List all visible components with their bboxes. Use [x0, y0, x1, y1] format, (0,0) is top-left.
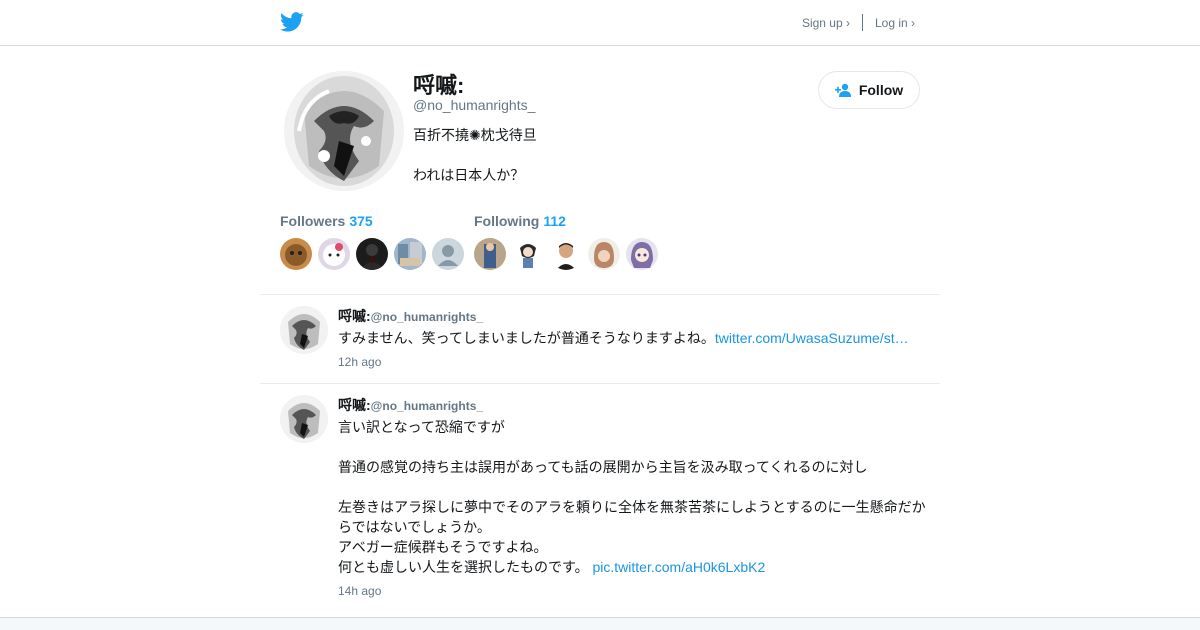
twitter-bird-icon[interactable] — [280, 10, 304, 34]
tweet-author-name[interactable]: 哷嘁: — [338, 308, 371, 324]
sign-up-link[interactable]: Sign up › — [802, 16, 850, 30]
profile-handle: @no_humanrights_ — [413, 97, 536, 113]
tweet-timestamp[interactable]: 12h ago — [338, 355, 381, 369]
follower-avatar[interactable] — [356, 238, 388, 270]
following-section: Following 112 — [474, 213, 658, 270]
follower-avatar[interactable] — [394, 238, 426, 270]
top-bar: Sign up › Log in › — [0, 0, 1200, 46]
tweet-header: 哷嘁:@no_humanrights_ — [338, 306, 483, 326]
tweet-author-name[interactable]: 哷嘁: — [338, 397, 371, 413]
separator — [861, 14, 863, 31]
follower-avatar-default[interactable] — [432, 238, 464, 270]
follower-avatar[interactable] — [318, 238, 350, 270]
following-stat[interactable]: Following 112 — [474, 213, 658, 231]
followers-avatars — [280, 238, 464, 270]
following-avatar[interactable] — [588, 238, 620, 270]
following-label: Following — [474, 213, 540, 229]
log-in-link[interactable]: Log in › — [875, 16, 915, 30]
follower-avatar[interactable] — [280, 238, 312, 270]
tweet-text-content: 言い訳となって恐縮ですが 普通の感覚の持ち主は誤用があっても話の展開から主旨を汲… — [338, 419, 926, 575]
tweet-photo-link[interactable]: pic.twitter.com/aH0k6LxbK2 — [593, 559, 766, 575]
profile-avatar[interactable] — [284, 71, 404, 191]
auth-links: Sign up › Log in › — [802, 14, 915, 31]
followers-label: Followers — [280, 213, 346, 229]
tweet-text-content: すみません、笑ってしまいましたが普通そうなりますよね。 — [338, 330, 715, 346]
tweet[interactable]: 哷嘁:@no_humanrights_ 言い訳となって恐縮ですが 普通の感覚の持… — [280, 383, 926, 608]
following-avatars — [474, 238, 658, 270]
tweet-author-handle[interactable]: @no_humanrights_ — [371, 399, 483, 413]
tweet[interactable]: 哷嘁:@no_humanrights_ すみません、笑ってしまいましたが普通そう… — [280, 294, 920, 383]
following-avatar[interactable] — [474, 238, 506, 270]
tweet-link[interactable]: twitter.com/UwasaSuzume/st… — [715, 330, 909, 346]
tweet-author-handle[interactable]: @no_humanrights_ — [371, 310, 483, 324]
tweet-avatar[interactable] — [280, 395, 328, 443]
tweet-text: 言い訳となって恐縮ですが 普通の感覚の持ち主は誤用があっても話の展開から主旨を汲… — [338, 417, 928, 577]
add-user-icon — [834, 83, 851, 97]
profile-card: 哷嘁: @no_humanrights_ 百折不撓✺枕戈待旦 われは日本人か？ … — [280, 46, 920, 294]
followers-section: Followers 375 — [280, 213, 464, 270]
follow-button[interactable]: Follow — [818, 71, 920, 109]
profile-bio: 百折不撓✺枕戈待旦 われは日本人か？ — [413, 127, 537, 183]
tweet-avatar[interactable] — [280, 306, 328, 354]
followers-count: 375 — [349, 213, 373, 229]
tweet-text: すみません、笑ってしまいましたが普通そうなりますよね。twitter.com/U… — [338, 328, 928, 348]
following-avatar[interactable] — [626, 238, 658, 270]
followers-stat[interactable]: Followers 375 — [280, 213, 464, 231]
profile-name: 哷嘁: — [413, 73, 465, 98]
tweet-timestamp[interactable]: 14h ago — [338, 584, 381, 598]
following-avatar[interactable] — [512, 238, 544, 270]
tweet-header: 哷嘁:@no_humanrights_ — [338, 395, 483, 415]
following-avatar[interactable] — [550, 238, 582, 270]
following-count: 112 — [543, 213, 566, 229]
follow-button-label: Follow — [858, 82, 904, 98]
footer-strip — [0, 617, 1200, 630]
